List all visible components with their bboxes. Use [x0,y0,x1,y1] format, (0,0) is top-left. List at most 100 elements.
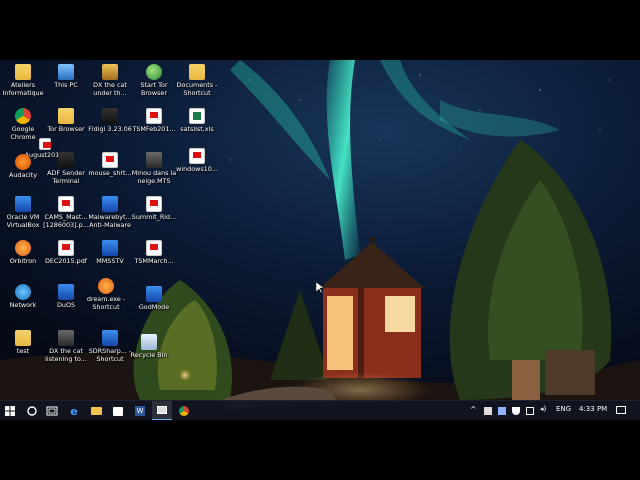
desktop-icon[interactable]: Audacity [0,152,46,196]
desktop-icon[interactable]: Orbitron [0,238,46,282]
virtualbox-icon [15,196,31,212]
desktop-icon-label: dream.exe - Shortcut [86,295,126,311]
desktop-icon[interactable]: CAMS_Mast... [1286003].p... [43,194,89,238]
app-icon [102,330,118,346]
mouse-cursor-icon [316,282,324,294]
desktop-icon[interactable]: satslist.xls [174,106,220,150]
file-explorer-button[interactable] [86,401,106,420]
desktop-icon-label: DEC2015.pdf [44,257,88,265]
chrome-button[interactable] [174,401,194,420]
malwarebytes-icon [102,196,118,212]
start-button[interactable] [0,401,20,420]
desktop-icon[interactable]: Malwarebyt... Anti-Malware [87,194,133,238]
folder-icon [58,108,74,124]
desktop-icon[interactable]: TSMFeb201... [131,106,177,150]
desktop-icon-label: DX the cat listening to... [45,347,87,363]
desktop-icon-label: Fldigi 3.23.06 [88,125,132,133]
desktop-icon[interactable]: DX the cat listening to... [43,328,89,372]
active-window-button[interactable] [152,401,172,420]
app-icon [58,284,74,300]
document-icon [15,330,31,346]
desktop-icon[interactable]: Ateliers Informatique [0,62,46,106]
desktop-icon-label: ADF Sender Terminal [47,169,85,185]
desktop-icon-label: mouse_shrt... [88,169,132,177]
desktop-icon-label: Ateliers Informatique [2,81,44,97]
desktop-icon[interactable]: windows10... [174,146,220,190]
desktop-icon[interactable]: Summit_Rid... [131,194,177,238]
cortana-circle-icon [27,406,37,416]
show-hidden-icons-icon[interactable]: ^ [470,405,477,414]
pdf-document-icon [146,196,162,212]
desktop-icon-label: CAMS_Mast... [1286003].p... [43,213,89,229]
computer-icon [58,64,74,80]
desktop-icon-label: Oracle VM VirtualBox [6,213,40,229]
tor-globe-icon [146,64,162,80]
clock[interactable]: 4:33 PM [579,405,607,413]
window-icon [157,406,167,414]
windows-logo-icon [5,406,15,416]
tray-app-icon[interactable] [484,407,492,415]
desktop-icon[interactable]: dream.exe - Shortcut [83,276,129,320]
desktop-icon-label: Documents - Shortcut [176,81,218,97]
app-icon [58,152,74,168]
orbitron-icon [15,240,31,256]
desktop-icon[interactable]: Fldigi 3.23.06 [87,106,133,150]
chrome-icon [15,108,31,124]
folder-icon [146,286,162,302]
desktop-icon-label: Malwarebyt... Anti-Malware [88,213,132,229]
desktop-icon-label: Orbitron [9,257,37,265]
pdf-document-icon [58,240,74,256]
desktop-icon[interactable]: This PC [43,62,89,106]
pdf-document-icon [146,108,162,124]
desktop-icon[interactable]: DX the cat under th... [87,62,133,106]
desktop-icon[interactable]: ADF Sender Terminal [43,150,89,194]
desktop-icon[interactable]: Documents - Shortcut [174,62,220,106]
store-button[interactable] [108,401,128,420]
pdf-document-icon [189,148,205,164]
language-indicator[interactable]: ENG [556,405,571,413]
chrome-icon [179,406,189,416]
word-button[interactable]: W [130,401,150,420]
folder-icon [15,64,31,80]
desktop-icon[interactable]: GodMode [131,284,177,328]
document-icon [102,152,118,168]
desktop-icon-label: Summit_Rid... [131,213,177,221]
desktop-icon[interactable]: Recycle Bin [126,332,172,376]
desktop-icon[interactable]: Oracle VM VirtualBox [0,194,46,238]
action-center-icon[interactable] [616,406,626,414]
picture-icon [102,64,118,80]
edge-button[interactable]: e [64,401,84,420]
desktop-icon[interactable]: Minou dans la neige.MTS [131,150,177,194]
pdf-document-icon [39,138,51,150]
desktop-icon-label: Network [9,301,37,309]
desktop-icon-label: Tor Browser [47,125,85,133]
desktop-icon-label: MMSSTV [96,257,124,265]
pdf-document-icon [146,240,162,256]
network-icon [15,284,31,300]
store-icon [113,406,123,416]
task-view-icon [46,406,58,416]
recycle-bin-icon [141,334,157,350]
video-icon [146,152,162,168]
folder-icon [189,64,205,80]
excel-document-icon [189,108,205,124]
desktop-icon-label: TSMMarch... [134,257,174,265]
file-explorer-icon [90,407,102,415]
desktop-icon[interactable]: Network [0,282,46,326]
pdf-document-icon [58,196,74,212]
volume-icon[interactable]: ◂) [540,405,546,413]
defender-shield-icon[interactable] [512,407,520,415]
network-tray-icon[interactable] [526,407,534,415]
taskbar: e W ^ ◂) ENG 4:33 PM [0,400,640,420]
desktop-icon[interactable]: Start Tor Browser [131,62,177,106]
desktop-icon-label: GodMode [138,303,170,311]
desktop-icon[interactable]: TSMMarch... [131,238,177,282]
desktop-screen: Ateliers Informatique This PC DX the cat… [0,60,640,420]
desktop-icon[interactable]: mouse_shrt... [87,150,133,194]
cortana-button[interactable] [22,401,42,420]
word-icon: W [135,406,145,416]
tray-app-icon[interactable] [498,407,506,415]
desktop-icon-label: DX the cat under th... [93,81,127,97]
desktop-icon[interactable]: test [0,328,46,372]
task-view-button[interactable] [42,401,62,420]
